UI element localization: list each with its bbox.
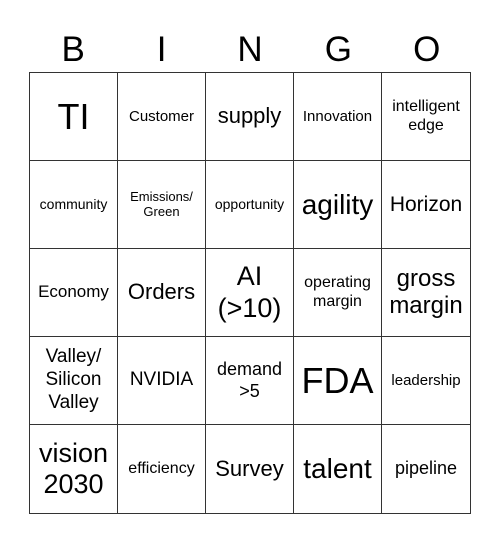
bingo-cell[interactable]: talent (294, 425, 382, 513)
bingo-cell[interactable]: supply (206, 73, 294, 161)
bingo-cell-text: Emissions/Green (130, 188, 193, 219)
bingo-cell-text: AI (>10) (217, 261, 282, 323)
bingo-cell[interactable]: Innovation (294, 73, 382, 161)
bingo-cell-text: supply (217, 103, 282, 129)
bingo-cell-text: demand >5 (216, 358, 283, 401)
bingo-cell[interactable]: leadership (382, 337, 470, 425)
bingo-cell[interactable]: demand >5 (206, 337, 294, 425)
bingo-header: B I N G O (29, 30, 471, 70)
header-letter-o: O (413, 30, 441, 69)
bingo-cell[interactable]: vision 2030 (30, 425, 118, 513)
bingo-cell-text: Innovation (302, 107, 373, 125)
bingo-cell[interactable]: Orders (118, 249, 206, 337)
bingo-cell-text: Valley/Silicon Valley (45, 346, 102, 413)
bingo-cell[interactable]: intelligent edge (382, 73, 470, 161)
bingo-cell-text: leadership (391, 371, 461, 389)
bingo-cell-text: operating margin (304, 273, 371, 310)
bingo-cell-text: Survey (215, 455, 284, 481)
bingo-cell[interactable]: NVIDIA (118, 337, 206, 425)
header-letter-n: N (237, 30, 263, 69)
bingo-cell[interactable]: TI (30, 73, 118, 161)
bingo-cell[interactable]: FDA (294, 337, 382, 425)
bingo-cell-text: vision 2030 (38, 437, 109, 499)
bingo-cell[interactable]: pipeline (382, 425, 470, 513)
bingo-cell[interactable]: Emissions/Green (118, 161, 206, 249)
bingo-cell[interactable]: Survey (206, 425, 294, 513)
bingo-cell[interactable]: Customer (118, 73, 206, 161)
bingo-cell-text: intelligent edge (392, 97, 460, 134)
bingo-cell[interactable]: efficiency (118, 425, 206, 513)
bingo-cell-text: efficiency (128, 459, 195, 477)
bingo-cell-text: gross margin (389, 264, 463, 319)
bingo-cell-text: Orders (127, 279, 196, 305)
bingo-cell[interactable]: community (30, 161, 118, 249)
bingo-cell[interactable]: AI (>10) (206, 249, 294, 337)
bingo-cell-text: community (39, 195, 108, 212)
bingo-cell-text: pipeline (394, 458, 458, 479)
bingo-cell-text: opportunity (214, 195, 285, 212)
header-letter-i: I (156, 30, 167, 69)
bingo-cell-text: TI (57, 95, 90, 137)
bingo-cell[interactable]: opportunity (206, 161, 294, 249)
bingo-cell[interactable]: Economy (30, 249, 118, 337)
bingo-cell-text: Economy (38, 282, 109, 302)
bingo-cell-text: Horizon (389, 192, 463, 216)
bingo-cell-text: agility (301, 188, 374, 220)
bingo-cell-text: NVIDIA (129, 369, 194, 391)
bingo-cell-text: talent (303, 453, 372, 485)
header-letter-g: G (324, 30, 352, 69)
bingo-grid: TI Customer supply Innovation intelligent edg… (29, 72, 471, 514)
header-letter-b: B (61, 30, 85, 69)
bingo-cell[interactable]: operating margin (294, 249, 382, 337)
bingo-cell[interactable]: agility (294, 161, 382, 249)
bingo-cell[interactable]: Horizon (382, 161, 470, 249)
bingo-cell-text: Customer (128, 107, 195, 125)
bingo-cell-text: FDA (301, 359, 374, 401)
bingo-cell[interactable]: Valley/Silicon Valley (30, 337, 118, 425)
bingo-cell[interactable]: gross margin (382, 249, 470, 337)
